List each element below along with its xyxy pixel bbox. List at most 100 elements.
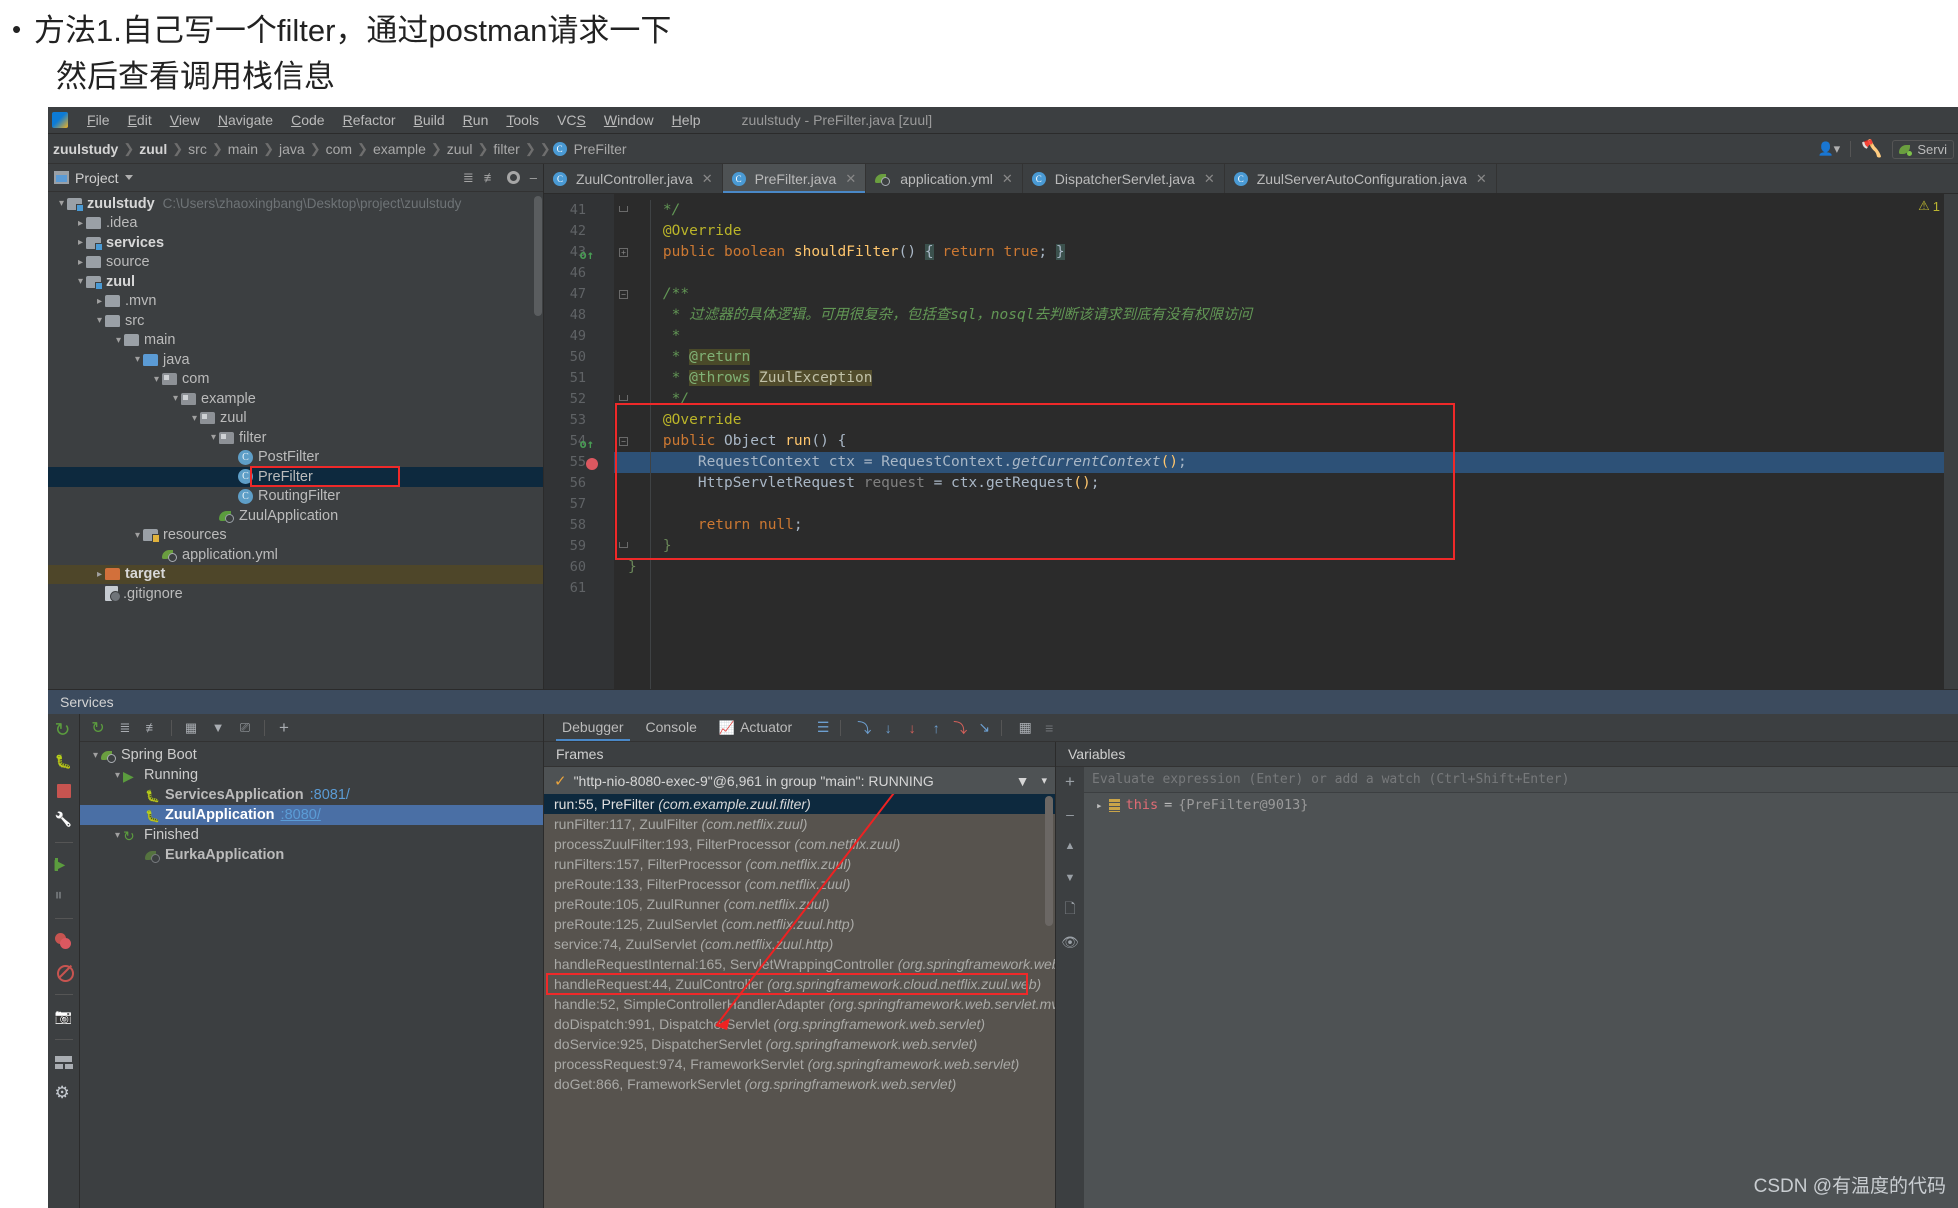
gutter-line-58[interactable]: 58: [544, 515, 614, 536]
menu-item-code[interactable]: Code: [282, 110, 333, 130]
project-tree-item-zuulstudy[interactable]: ▾ zuulstudy C:\Users\zhaoxingbang\Desktop\…: [48, 194, 543, 214]
editor-tab-application-yml[interactable]: application.yml ✕: [866, 164, 1023, 193]
chevron-right-icon[interactable]: ▸: [75, 257, 86, 268]
add-watch-icon[interactable]: +: [1061, 772, 1079, 791]
project-tree-item-postfilter[interactable]: C PostFilter: [48, 448, 543, 468]
menu-item-build[interactable]: Build: [405, 110, 454, 130]
stack-frame-row[interactable]: runFilters:157, FilterProcessor (com.net…: [544, 854, 1055, 874]
services-item-zuulapplication[interactable]: ZuulApplication:8080/: [80, 805, 543, 825]
debugger-tab-console[interactable]: Console: [640, 715, 713, 740]
breadcrumb-example[interactable]: example: [370, 141, 429, 157]
stack-frame-row[interactable]: preRoute:105, ZuulRunner (com.netflix.zu…: [544, 894, 1055, 914]
code-line-58[interactable]: return null;: [614, 515, 1944, 536]
code-line-46[interactable]: [614, 263, 1944, 284]
stack-frame-row[interactable]: handleRequest:44, ZuulController (org.sp…: [544, 974, 1055, 994]
evaluate-expression-input[interactable]: Evaluate expression (Enter) or add a wat…: [1084, 767, 1958, 793]
inspection-warning-badge[interactable]: ⚠ 1: [1918, 198, 1940, 214]
editor-scroll-strip[interactable]: [1944, 194, 1958, 689]
run-to-cursor-icon[interactable]: ↘: [975, 719, 993, 737]
menu-item-help[interactable]: Help: [663, 110, 710, 130]
services-tree-toolbar[interactable]: ↻ ≣ ≢ ▦ ▼ ⎚ +: [80, 714, 543, 742]
gutter-line-51[interactable]: 51: [544, 368, 614, 389]
remove-watch-icon[interactable]: –: [1061, 805, 1079, 823]
gutter-line-46[interactable]: 46: [544, 263, 614, 284]
code-line-47[interactable]: /**: [614, 284, 1944, 305]
view-breakpoints-icon[interactable]: [54, 932, 73, 950]
stack-frame-row[interactable]: service:74, ZuulServlet (com.netflix.zuu…: [544, 934, 1055, 954]
chevron-down-icon[interactable]: ▾: [132, 354, 143, 365]
menu-item-edit[interactable]: Edit: [119, 110, 161, 130]
breadcrumb-zuulstudy[interactable]: zuulstudy: [50, 141, 121, 157]
project-tree-item-main[interactable]: ▾ main: [48, 331, 543, 351]
gutter-line-47[interactable]: 47−: [544, 284, 628, 305]
step-into-icon[interactable]: ↓: [879, 719, 897, 737]
chevron-down-icon[interactable]: ▾: [208, 432, 219, 443]
code-line-50[interactable]: * @return: [614, 347, 1944, 368]
debugger-tab-debugger[interactable]: Debugger: [556, 715, 640, 741]
stack-frame-row[interactable]: preRoute:133, FilterProcessor (com.netfl…: [544, 874, 1055, 894]
code-line-53[interactable]: @Override: [614, 410, 1944, 431]
group-icon[interactable]: ▦: [183, 720, 199, 736]
stack-frame-row[interactable]: processRequest:974, FrameworkServlet (or…: [544, 1054, 1055, 1074]
chevron-down-icon[interactable]: [124, 175, 133, 180]
breadcrumb-java[interactable]: java: [276, 141, 308, 157]
chevron-down-icon[interactable]: ▾: [189, 413, 200, 424]
resume-program-icon[interactable]: [54, 856, 73, 874]
thread-selector[interactable]: ✓ "http-nio-8080-exec-9"@6,961 in group …: [544, 767, 1055, 794]
frames-list[interactable]: run:55, PreFilter (com.example.zuul.filt…: [544, 794, 1055, 1208]
close-icon[interactable]: ✕: [1476, 171, 1487, 187]
collapse-all-icon[interactable]: ≢: [484, 170, 497, 185]
stop-icon[interactable]: [56, 784, 71, 798]
chevron-right-icon[interactable]: ▸: [94, 296, 105, 307]
stack-frame-row[interactable]: handle:52, SimpleControllerHandlerAdapte…: [544, 994, 1055, 1014]
editor-tab-dispatcherservlet-java[interactable]: C DispatcherServlet.java ✕: [1023, 164, 1225, 193]
project-tree-item-application-yml[interactable]: application.yml: [48, 545, 543, 565]
gutter-line-50[interactable]: 50: [544, 347, 614, 368]
services-tool-window-title[interactable]: Services: [48, 689, 1958, 714]
menu-item-file[interactable]: File: [78, 110, 119, 130]
gutter-line-43[interactable]: 43 o↑ +: [544, 242, 628, 263]
chevron-right-icon[interactable]: ▸: [1096, 799, 1103, 812]
project-tree-item--idea[interactable]: ▸ .idea: [48, 214, 543, 234]
code-line-51[interactable]: * @throws ZuulException: [614, 368, 1944, 389]
chevron-down-icon[interactable]: ▾: [75, 276, 86, 287]
move-down-icon[interactable]: ▼: [1061, 869, 1079, 887]
variables-content[interactable]: Evaluate expression (Enter) or add a wat…: [1084, 767, 1958, 1208]
services-item-finished[interactable]: ▾ ↻ Finished: [80, 825, 543, 845]
stack-frame-row[interactable]: doGet:866, FrameworkServlet (org.springf…: [544, 1074, 1055, 1094]
menu-item-vcs[interactable]: VCS: [548, 110, 595, 130]
step-out-icon[interactable]: ↑: [927, 719, 945, 737]
code-line-57[interactable]: [614, 494, 1944, 515]
stack-frame-row[interactable]: doService:925, DispatcherServlet (org.sp…: [544, 1034, 1055, 1054]
variable-row[interactable]: ▸ this = {PreFilter@9013}: [1084, 793, 1958, 817]
filter-icon[interactable]: ▼: [1016, 773, 1030, 789]
plus-icon[interactable]: +: [276, 718, 292, 737]
gutter-line-41[interactable]: 41: [544, 200, 628, 221]
rerun-icon[interactable]: [55, 722, 73, 740]
copy-icon[interactable]: 🗋: [1061, 900, 1079, 919]
code-line-48[interactable]: * 过滤器的具体逻辑。可用很复杂，包括查sql，nosql去判断该请求到底有没有…: [614, 305, 1944, 326]
close-icon[interactable]: ✕: [1204, 171, 1215, 187]
move-up-icon[interactable]: ▲: [1061, 837, 1079, 855]
chevron-down-icon[interactable]: ▾: [90, 750, 101, 761]
code-line-55[interactable]: RequestContext ctx = RequestContext.getC…: [614, 452, 1944, 473]
chevron-down-icon[interactable]: ▾: [170, 393, 181, 404]
gutter-line-49[interactable]: 49: [544, 326, 614, 347]
breadcrumb-filter[interactable]: filter: [490, 141, 522, 157]
build-hammer-icon[interactable]: 🪓: [1861, 139, 1882, 159]
editor-tab-prefilter-java[interactable]: C PreFilter.java ✕: [722, 164, 867, 193]
gutter-line-53[interactable]: 53: [544, 410, 614, 431]
gutter-line-59[interactable]: 59: [544, 536, 628, 557]
project-tree-item-prefilter[interactable]: C PreFilter: [48, 466, 543, 487]
project-tree-item-source[interactable]: ▸ source: [48, 253, 543, 273]
gutter-line-57[interactable]: 57: [544, 494, 614, 515]
code-line-42[interactable]: @Override: [614, 221, 1944, 242]
debugger-tabs[interactable]: Debugger Console 📈 Actuator ☰ ⤵ ↓ ↓ ↑ ⤵ ↘ ▦ ≡: [544, 714, 1958, 742]
services-item-servicesapplication[interactable]: ServicesApplication:8081/: [80, 785, 543, 805]
chevron-down-icon[interactable]: ▾: [151, 374, 162, 385]
debugger-tab-actuator[interactable]: 📈 Actuator: [713, 715, 808, 741]
project-tree-item-target[interactable]: ▸ target: [48, 564, 543, 584]
menu-item-view[interactable]: View: [161, 110, 209, 130]
inspect-eye-icon[interactable]: 👁: [1061, 933, 1079, 951]
breadcrumb-com[interactable]: com: [323, 141, 355, 157]
